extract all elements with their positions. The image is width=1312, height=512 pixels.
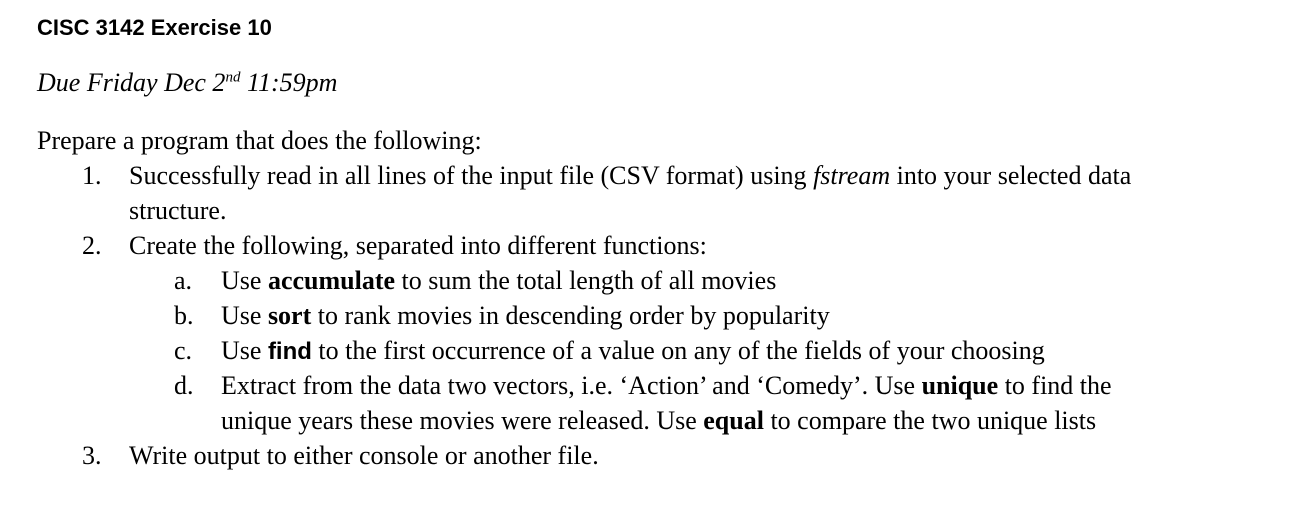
sublist-item-b-text-end: to rank movies in descending order by po… bbox=[311, 301, 830, 330]
due-date: Due Friday Dec 2nd 11:59pm bbox=[37, 66, 337, 100]
list-item-1-text-end: into your selected data bbox=[890, 161, 1132, 190]
list-number-2: 2. bbox=[82, 231, 102, 260]
sublist-item-b-text: Use bbox=[221, 301, 268, 330]
due-date-time: 11:59pm bbox=[240, 68, 338, 97]
sublist-item-c-text-end: to the first occurrence of a value on an… bbox=[311, 336, 1045, 365]
sublist-letter-c: c. bbox=[174, 336, 193, 365]
list-item-1-line-1: Successfully read in all lines of the in… bbox=[129, 158, 1131, 193]
sublist-item-a-keyword: accumulate bbox=[267, 266, 396, 295]
sublist-item-a: Use accumulate to sum the total length o… bbox=[221, 263, 776, 298]
sublist-item-a-text-end: to sum the total length of all movies bbox=[395, 266, 777, 295]
sublist-letter-b: b. bbox=[174, 301, 194, 330]
list-number-1: 1. bbox=[82, 161, 102, 190]
list-item-3-text: Write output to either console or anothe… bbox=[129, 441, 599, 470]
sublist-item-d-keyword-equal: equal bbox=[703, 406, 764, 435]
due-date-ordinal: nd bbox=[225, 69, 241, 86]
sublist-item-d-text-end: to find the bbox=[998, 371, 1112, 400]
sublist-item-d-line-2: unique years these movies were released.… bbox=[221, 403, 1096, 438]
sublist-item-b: Use sort to rank movies in descending or… bbox=[221, 298, 830, 333]
sublist-item-c-keyword: find bbox=[267, 338, 312, 365]
document-page: CISC 3142 Exercise 10 Due Friday Dec 2nd… bbox=[0, 0, 1312, 512]
list-item-1-line-2: structure. bbox=[129, 196, 227, 225]
sublist-letter-d: d. bbox=[174, 371, 194, 400]
sublist-item-c-text: Use bbox=[221, 336, 268, 365]
sublist-item-d-keyword-unique: unique bbox=[921, 371, 999, 400]
due-date-text: Due Friday Dec 2 bbox=[37, 68, 226, 97]
sublist-letter-a: a. bbox=[174, 266, 193, 295]
list-item-1-emphasis: fstream bbox=[813, 161, 891, 190]
document-title: CISC 3142 Exercise 10 bbox=[37, 15, 272, 40]
sublist-item-d-line-2-text: unique years these movies were released.… bbox=[221, 406, 704, 435]
intro-text: Prepare a program that does the followin… bbox=[37, 126, 482, 155]
list-number-3: 3. bbox=[82, 441, 102, 470]
sublist-item-d-line-1: Extract from the data two vectors, i.e. … bbox=[221, 368, 1112, 403]
sublist-item-d-text: Extract from the data two vectors, i.e. … bbox=[221, 371, 922, 400]
sublist-item-b-keyword: sort bbox=[267, 301, 312, 330]
sublist-item-a-text: Use bbox=[221, 266, 268, 295]
sublist-item-c: Use find to the first occurrence of a va… bbox=[221, 333, 1045, 369]
list-item-2-text: Create the following, separated into dif… bbox=[129, 231, 707, 260]
sublist-item-d-line-2-text-end: to compare the two unique lists bbox=[763, 406, 1097, 435]
list-item-1-text: Successfully read in all lines of the in… bbox=[129, 161, 814, 190]
